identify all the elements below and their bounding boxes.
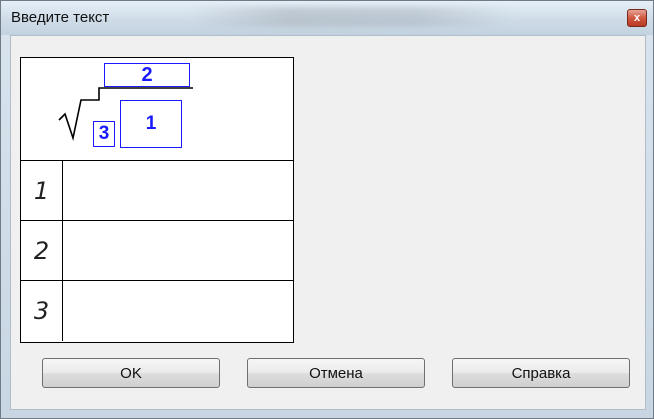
title-bar[interactable]: Введите текст x <box>1 1 653 35</box>
row-value-field[interactable] <box>63 281 293 341</box>
close-button[interactable]: x <box>627 9 647 27</box>
radical-index-field[interactable]: 3 <box>93 121 115 147</box>
dialog-body: 2 3 1 1 2 3 OK Отмена Справка <box>10 35 646 410</box>
exponent-value: 2 <box>141 63 153 86</box>
formula-cell[interactable]: 2 3 1 <box>21 58 293 161</box>
row-value-field[interactable] <box>63 221 293 280</box>
help-button[interactable]: Справка <box>452 358 630 388</box>
row-number: 3 <box>21 281 63 341</box>
row-value-field[interactable] <box>63 161 293 220</box>
exponent-field[interactable]: 2 <box>104 63 190 87</box>
ok-button[interactable]: OK <box>42 358 220 388</box>
cancel-button[interactable]: Отмена <box>247 358 425 388</box>
dialog-title: Введите текст <box>11 9 110 26</box>
radical-index-value: 3 <box>98 123 110 144</box>
row-number: 1 <box>21 161 63 220</box>
table-row: 1 <box>21 161 293 221</box>
row-number: 2 <box>21 221 63 280</box>
radicand-value: 1 <box>145 113 157 134</box>
text-input-grid: 2 3 1 1 2 3 <box>20 57 294 343</box>
button-bar: OK Отмена Справка <box>11 358 645 390</box>
title-bar-background-blur <box>191 7 511 27</box>
table-row: 2 <box>21 221 293 281</box>
radicand-field[interactable]: 1 <box>120 100 182 148</box>
close-icon: x <box>633 12 641 24</box>
dialog-window: Введите текст x 2 3 1 1 2 3 OK Отмена Сп… <box>0 0 654 419</box>
table-row: 3 <box>21 281 293 341</box>
